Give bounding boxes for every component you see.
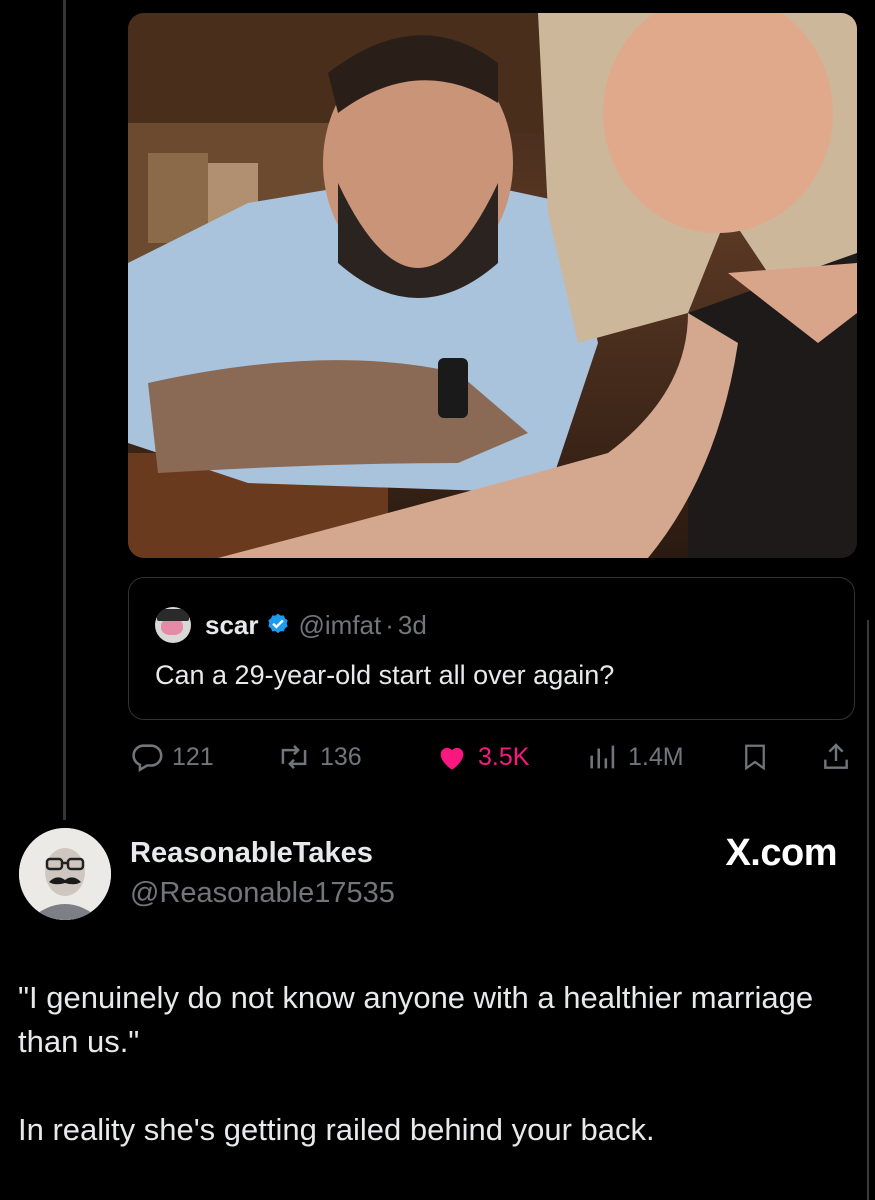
action-bar: 121 136 3.5K 1.4M [130, 740, 860, 780]
share-icon [824, 743, 848, 769]
views-icon [590, 745, 615, 769]
separator-dot: · [385, 609, 394, 640]
repost-button[interactable]: 136 [276, 740, 362, 774]
verified-icon [267, 613, 288, 634]
like-count: 3.5K [478, 742, 530, 771]
bookmark-button[interactable] [740, 740, 778, 774]
thread-connector-line [63, 0, 66, 820]
author-handle[interactable]: @Reasonable17535 [130, 877, 395, 910]
reply-count: 121 [172, 742, 214, 771]
heart-icon [440, 747, 464, 770]
repost-count: 136 [320, 742, 362, 771]
views-button[interactable]: 1.4M [586, 740, 684, 774]
repost-icon [281, 745, 307, 769]
quoted-author-handle[interactable]: @imfat [299, 610, 382, 641]
tweet-photo[interactable] [128, 13, 857, 558]
author-avatar-illustration [19, 828, 111, 920]
reply-button[interactable]: 121 [130, 740, 214, 774]
share-button[interactable] [820, 740, 860, 774]
views-count: 1.4M [628, 742, 684, 771]
scrollbar[interactable] [867, 620, 869, 1200]
brand-label: X.com [725, 832, 837, 874]
quoted-author-name[interactable]: scar [205, 610, 259, 641]
author-name[interactable]: ReasonableTakes [130, 837, 373, 870]
author-avatar[interactable] [19, 828, 111, 920]
quoted-author-avatar[interactable] [155, 607, 191, 643]
post-paragraph: In reality she's getting railed behind y… [18, 1112, 655, 1147]
bookmark-icon [745, 744, 765, 771]
quoted-tweet-card[interactable]: scar @imfat · 3d Can a 29-year-old start… [128, 577, 855, 720]
quoted-timestamp[interactable]: 3d [398, 610, 427, 641]
quoted-tweet-text: Can a 29-year-old start all over again? [155, 660, 615, 690]
quoted-tweet-header: scar @imfat · 3d [155, 607, 427, 643]
like-button[interactable]: 3.5K [434, 740, 529, 774]
reply-icon [132, 744, 163, 773]
post-text: "I genuinely do not know anyone with a h… [18, 976, 848, 1152]
post-paragraph: "I genuinely do not know anyone with a h… [18, 980, 814, 1059]
photo-illustration [128, 13, 857, 558]
